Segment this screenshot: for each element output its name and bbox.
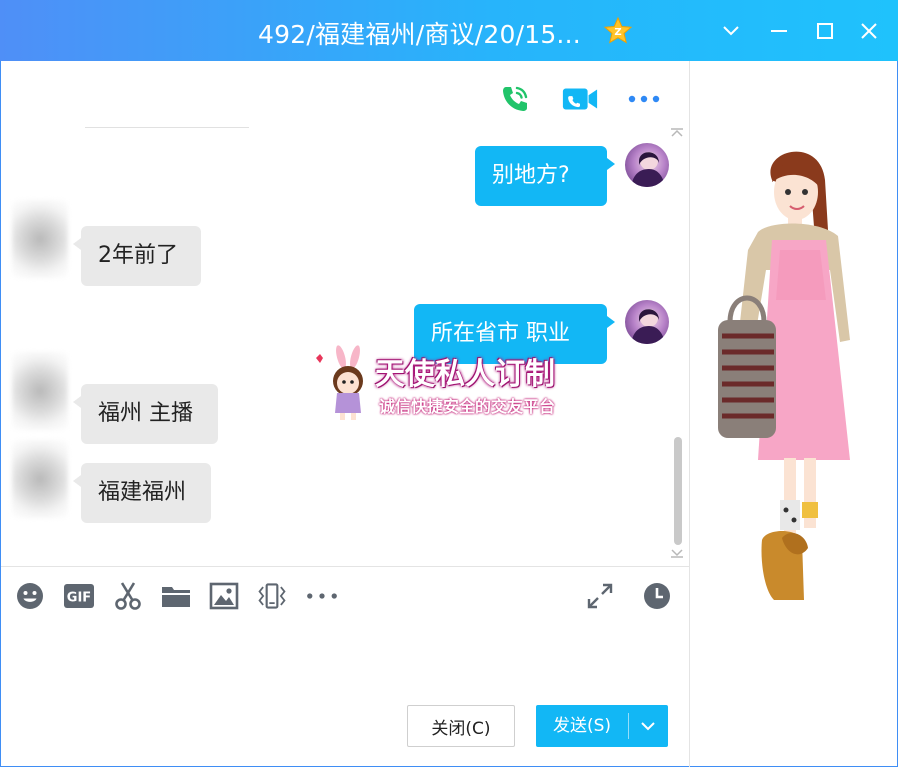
video-call-icon[interactable] <box>561 80 599 118</box>
close-icon[interactable] <box>852 14 886 48</box>
message-bubble-outgoing[interactable]: 别地方? <box>475 146 615 206</box>
watermark-title: 天使私人订制 <box>375 357 555 392</box>
chevron-down-icon[interactable] <box>714 14 748 48</box>
scroll-thumb[interactable] <box>674 437 682 545</box>
side-panel-divider <box>689 61 690 767</box>
watermark-subtitle: 诚信快捷安全的交友平台 <box>379 397 556 416</box>
minimize-icon[interactable] <box>762 14 796 48</box>
folder-icon[interactable] <box>160 580 192 612</box>
vip-star-icon[interactable]: Z <box>603 16 633 46</box>
side-panel-show-image <box>700 140 890 620</box>
history-clock-icon[interactable] <box>641 580 673 612</box>
expand-icon[interactable] <box>584 580 616 612</box>
screenshot-scissors-icon[interactable] <box>112 580 144 612</box>
send-button[interactable]: 发送(S) <box>536 705 668 747</box>
chevron-down-icon[interactable] <box>636 717 660 735</box>
input-divider <box>1 566 689 567</box>
maximize-icon[interactable] <box>808 14 842 48</box>
message-bubble-incoming[interactable]: 福州 主播 <box>73 384 218 444</box>
shake-window-icon[interactable] <box>256 580 288 612</box>
send-split-divider <box>628 713 629 739</box>
contact-avatar[interactable] <box>12 352 68 430</box>
watermark-logo: 天使私人订制 诚信快捷安全的交友平台 <box>313 345 588 421</box>
title-bar: 492/福建福州/商议/20/15... Z <box>0 0 898 61</box>
image-icon[interactable] <box>208 580 240 612</box>
scroll-up-icon[interactable] <box>670 128 684 138</box>
message-bubble-incoming[interactable]: 福建福州 <box>73 463 211 523</box>
contact-avatar[interactable] <box>12 440 68 518</box>
phone-call-icon[interactable] <box>496 80 534 118</box>
window-title: 492/福建福州/商议/20/15... <box>258 20 581 49</box>
scroll-down-icon[interactable] <box>670 548 684 558</box>
more-icon[interactable] <box>625 80 663 118</box>
message-input[interactable] <box>12 620 682 698</box>
history-divider <box>85 127 249 128</box>
send-button-label: 发送(S) <box>552 716 612 736</box>
close-button[interactable]: 关闭(C) <box>407 705 515 747</box>
emoji-icon[interactable] <box>14 580 46 612</box>
message-bubble-incoming[interactable]: 2年前了 <box>73 226 201 286</box>
contact-avatar[interactable] <box>12 200 68 278</box>
more-tools-icon[interactable] <box>306 580 338 612</box>
my-avatar[interactable] <box>625 143 669 187</box>
gif-icon[interactable]: GIF <box>63 580 95 612</box>
bunny-girl-icon <box>316 345 363 420</box>
svg-text:Z: Z <box>614 27 621 38</box>
svg-text:GIF: GIF <box>67 591 91 606</box>
my-avatar[interactable] <box>625 300 669 344</box>
